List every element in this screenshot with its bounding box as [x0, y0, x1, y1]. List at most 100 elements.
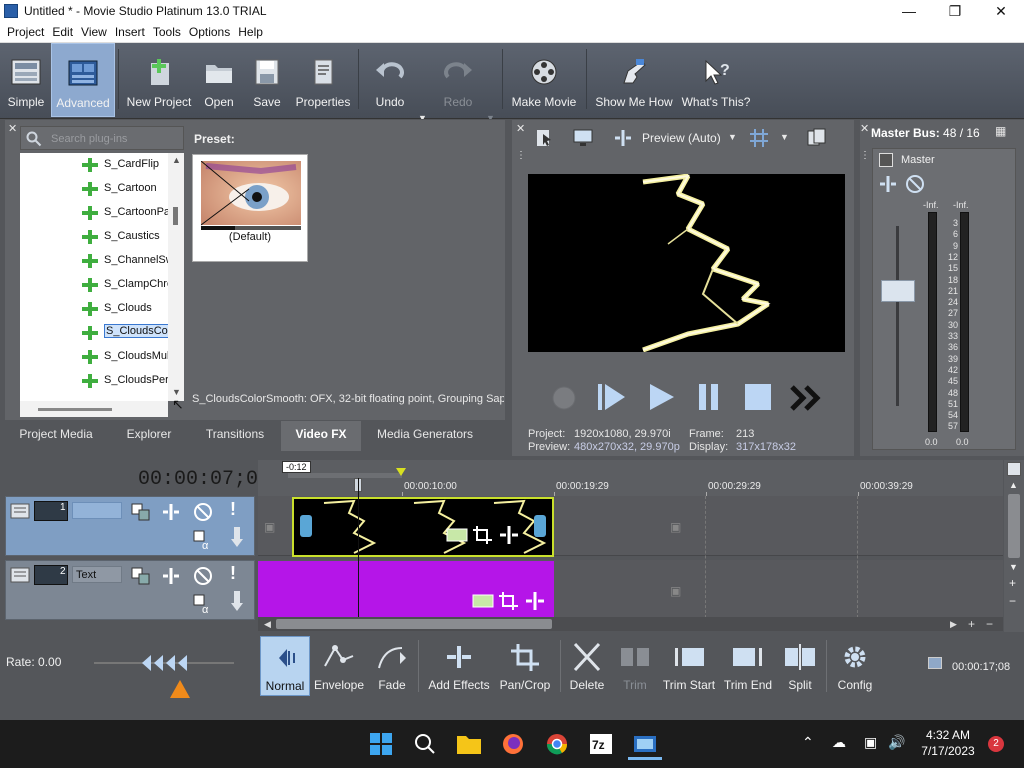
hscroll-thumb[interactable] [276, 619, 552, 629]
advanced-button[interactable]: Advanced [51, 43, 115, 117]
track-expand-icon[interactable] [10, 567, 30, 583]
track-motion-icon[interactable] [160, 566, 182, 586]
trim-button[interactable]: Trim [612, 636, 658, 696]
vscroll-thumb[interactable] [1008, 494, 1020, 558]
master-properties-icon[interactable]: ▦ [995, 124, 1006, 138]
compositing-icon[interactable] [130, 566, 152, 586]
play-icon[interactable] [646, 380, 678, 414]
scroll-left-icon[interactable]: ◀ [264, 619, 271, 630]
hscroll-thumb[interactable] [38, 408, 112, 411]
volume-icon[interactable]: 🔊 [888, 734, 905, 751]
tab-transitions[interactable]: Transitions [195, 421, 275, 451]
plugin-tree-item[interactable]: S_CloudsColo [82, 323, 168, 343]
external-monitor-icon[interactable] [572, 128, 594, 148]
7zip-icon[interactable]: 7z [584, 728, 618, 760]
track-header-1[interactable]: 1 ! α [5, 496, 255, 556]
master-fader-handle[interactable] [881, 280, 915, 302]
loop-end-marker[interactable] [396, 468, 406, 476]
plugin-tree-item[interactable]: S_ChannelSw [82, 251, 168, 271]
plugin-tree-item[interactable]: S_CartoonPa [82, 203, 168, 223]
menu-tools[interactable]: Tools [146, 23, 181, 39]
text-clip-event[interactable] [258, 561, 554, 619]
preview-quality-dropdown[interactable]: Preview (Auto) [642, 131, 721, 145]
pause-icon[interactable] [696, 380, 722, 414]
alpha-composite-icon[interactable]: α [192, 593, 216, 615]
fade-level-icon[interactable] [228, 591, 246, 613]
clip-motion-icon[interactable] [524, 591, 546, 611]
menu-view[interactable]: View [74, 23, 107, 39]
show-me-how-button[interactable]: Show Me How [592, 43, 676, 117]
normal-edit-tool-button[interactable]: Normal [260, 636, 310, 696]
envelope-tool-button[interactable]: Envelope [312, 636, 366, 696]
loop-region-bar[interactable] [288, 473, 402, 478]
track-expand-icon[interactable] [10, 503, 30, 519]
track-zoom-out-icon[interactable]: − [1009, 594, 1016, 608]
record-icon[interactable] [550, 384, 578, 412]
master-fx-icon[interactable] [879, 153, 893, 167]
whats-this-button[interactable]: ? What's This? [680, 43, 752, 117]
tray-overflow-icon[interactable]: ⌃ [802, 734, 814, 751]
play-from-start-icon[interactable] [596, 380, 628, 414]
mute-icon[interactable] [192, 502, 214, 522]
master-pan-icon[interactable] [878, 174, 898, 194]
tab-explorer[interactable]: Explorer [109, 421, 189, 451]
menu-insert[interactable]: Insert [108, 23, 145, 39]
preview-quality-chevron-icon[interactable]: ▼ [728, 132, 737, 142]
add-effects-button[interactable]: Add Effects [424, 636, 494, 696]
new-project-button[interactable]: New Project [124, 43, 194, 117]
timeline-timecode[interactable]: 00:00:07;03 [138, 468, 270, 491]
vscroll-down-icon[interactable]: ▼ [1009, 562, 1018, 572]
plugin-tree-item[interactable]: S_Caustics [82, 227, 168, 247]
plugin-tree-item[interactable]: S_CloudsMul [82, 347, 168, 367]
clip-fx-icon[interactable] [472, 591, 494, 611]
redo-button[interactable]: Redo [434, 43, 482, 117]
menu-project[interactable]: Project [0, 23, 44, 39]
overlays-chevron-icon[interactable]: ▼ [780, 132, 789, 142]
copy-snapshot-icon[interactable] [806, 128, 828, 148]
firefox-icon[interactable] [496, 728, 530, 760]
undo-button[interactable]: Undo [366, 43, 414, 117]
overlays-grid-icon[interactable] [748, 128, 770, 148]
tab-video-fx[interactable]: Video FX [281, 421, 361, 451]
file-explorer-icon[interactable] [452, 728, 486, 760]
preset-default-thumbnail[interactable]: (Default) [192, 154, 308, 262]
chrome-icon[interactable] [540, 728, 574, 760]
stop-icon[interactable] [742, 380, 774, 414]
timeline-horizontal-scrollbar[interactable]: ◀ ▶ + − [258, 617, 1003, 631]
master-close-icon[interactable]: ✕ [860, 122, 869, 135]
tab-media-generators[interactable]: Media Generators [367, 421, 483, 451]
split-screen-icon[interactable] [612, 128, 634, 148]
save-button[interactable]: Save [247, 43, 287, 117]
master-mute-icon[interactable] [905, 174, 925, 194]
taskbar-clock[interactable]: 4:32 AM 7/17/2023 [910, 727, 986, 759]
menu-edit[interactable]: Edit [45, 23, 73, 39]
open-button[interactable]: Open [199, 43, 239, 117]
rate-marker-icon[interactable] [168, 678, 192, 700]
clip-fx-icon[interactable] [446, 525, 468, 545]
preview-properties-icon[interactable] [534, 128, 554, 148]
clip-motion-icon[interactable] [498, 525, 520, 545]
tree-horizontal-scrollbar[interactable] [20, 401, 168, 417]
vscroll-up-icon[interactable]: ▲ [1009, 480, 1018, 490]
pane-grip-icon[interactable]: ⋮ [516, 150, 526, 161]
tree-vertical-scrollbar[interactable]: ▲ ▼ [168, 153, 184, 401]
fade-tool-button[interactable]: Fade [370, 636, 414, 696]
master-grip-icon[interactable]: ⋮ [860, 150, 870, 161]
network-icon[interactable]: ☁ [832, 734, 846, 751]
properties-button[interactable]: Properties [293, 43, 353, 117]
scroll-up-icon[interactable]: ▲ [172, 155, 181, 165]
menu-help[interactable]: Help [231, 23, 263, 39]
clip-crop-icon[interactable] [498, 591, 520, 611]
simple-button[interactable]: Simple [4, 43, 48, 117]
config-button[interactable]: Config [830, 636, 880, 696]
plugin-tree-item[interactable]: S_Cartoon [82, 179, 168, 199]
menu-options[interactable]: Options [182, 23, 230, 39]
make-movie-button[interactable]: Make Movie [508, 43, 580, 117]
search-plugins-input[interactable]: Search plug-ins [20, 126, 184, 150]
trim-end-button[interactable]: Trim End [720, 636, 776, 696]
solo-icon[interactable]: ! [230, 499, 236, 520]
start-icon[interactable] [364, 728, 398, 760]
zoom-out-icon[interactable]: − [986, 617, 993, 631]
track-name-field[interactable] [72, 502, 122, 519]
tab-project-media[interactable]: Project Media [9, 421, 103, 451]
